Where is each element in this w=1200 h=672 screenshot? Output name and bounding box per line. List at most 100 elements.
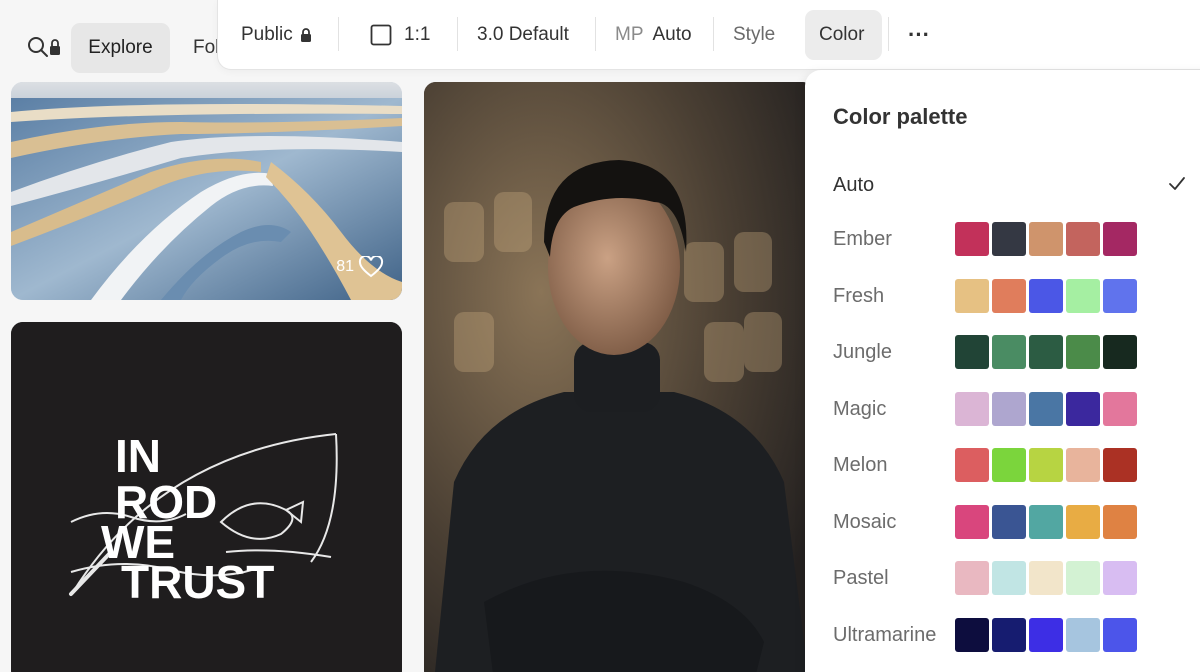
color-swatch [1103, 222, 1137, 256]
swatch-group [955, 279, 1137, 313]
palette-title: Color palette [833, 104, 968, 129]
lock-icon [300, 28, 311, 42]
more-icon: ··· [908, 22, 930, 47]
color-palette-panel: Color palette Auto Ember Fresh Jungle Ma… [805, 70, 1200, 672]
swatch-group [955, 335, 1137, 369]
color-swatch [992, 505, 1026, 539]
tab-following[interactable]: Fol [193, 37, 219, 59]
like-control[interactable]: 81 [336, 256, 384, 278]
color-swatch [992, 222, 1026, 256]
color-swatch [955, 392, 989, 426]
aspect-ratio-label: 1:1 [404, 24, 431, 45]
palette-name: Fresh [833, 285, 885, 307]
color-swatch [955, 448, 989, 482]
palette-option-jungle[interactable]: Jungle [833, 335, 1153, 369]
palette-option-ember[interactable]: Ember [833, 222, 1153, 256]
swatch-group [955, 561, 1137, 595]
color-swatch [955, 222, 989, 256]
color-swatch [1029, 448, 1063, 482]
toolbar-divider [713, 17, 714, 51]
like-count: 81 [336, 258, 354, 275]
color-swatch [992, 279, 1026, 313]
palette-option-magic[interactable]: Magic [833, 392, 1153, 426]
color-button[interactable]: Color [819, 0, 864, 70]
color-swatch [955, 279, 989, 313]
color-label: Color [819, 24, 865, 45]
color-swatch [1066, 618, 1100, 652]
color-swatch [992, 335, 1026, 369]
color-swatch [955, 561, 989, 595]
color-swatch [1066, 505, 1100, 539]
palette-option-pastel[interactable]: Pastel [833, 561, 1153, 595]
color-swatch [1029, 561, 1063, 595]
color-swatch [1066, 335, 1100, 369]
palette-name: Melon [833, 454, 888, 476]
palette-auto-label: Auto [833, 174, 875, 196]
checkmark-icon [1169, 177, 1185, 190]
color-swatch [992, 448, 1026, 482]
visibility-label: Public [241, 24, 293, 45]
color-swatch [1066, 222, 1100, 256]
color-swatch [1066, 392, 1100, 426]
swatch-group [955, 448, 1137, 482]
palette-option-ultramarine[interactable]: Ultramarine [833, 618, 1153, 652]
color-swatch [1103, 448, 1137, 482]
color-swatch [1103, 335, 1137, 369]
heart-icon [358, 256, 384, 278]
color-swatch [1103, 392, 1137, 426]
palette-option-melon[interactable]: Melon [833, 448, 1153, 482]
model-label: 3.0 Default [477, 24, 569, 45]
feed-image-ice-landscape[interactable]: 81 [11, 82, 402, 300]
swatch-group [955, 392, 1137, 426]
style-button[interactable]: Style [733, 0, 775, 70]
mp-value: Auto [652, 24, 692, 45]
color-swatch [1066, 448, 1100, 482]
feed-image-portrait[interactable] [424, 82, 814, 672]
square-ratio-icon [370, 24, 392, 46]
color-swatch [1029, 618, 1063, 652]
color-swatch [955, 505, 989, 539]
swatch-group [955, 222, 1137, 256]
style-label: Style [733, 24, 776, 45]
color-swatch [955, 335, 989, 369]
palette-name: Mosaic [833, 511, 897, 533]
color-swatch [1029, 392, 1063, 426]
aspect-ratio-button[interactable]: 1:1 [370, 0, 430, 70]
palette-option-mosaic[interactable]: Mosaic [833, 505, 1153, 539]
visibility-button[interactable]: Public [241, 0, 313, 70]
color-swatch [1066, 561, 1100, 595]
toolbar-divider [595, 17, 596, 51]
color-swatch [1029, 222, 1063, 256]
palette-option-fresh[interactable]: Fresh [833, 279, 1153, 313]
palette-option-auto[interactable]: Auto [833, 171, 1188, 199]
color-swatch [1029, 505, 1063, 539]
more-options-button[interactable]: ··· [908, 0, 930, 70]
swatch-group [955, 505, 1137, 539]
color-swatch [1103, 505, 1137, 539]
feed-image-rod-logo[interactable]: IN ROD WE TRUST [11, 322, 402, 672]
color-swatch [992, 561, 1026, 595]
palette-name: Ultramarine [833, 624, 937, 646]
swatch-group [955, 618, 1137, 652]
tab-explore[interactable]: Explore [71, 23, 170, 73]
palette-name: Magic [833, 398, 887, 420]
model-button[interactable]: 3.0 Default [477, 0, 569, 70]
megapixel-button[interactable]: MP Auto [615, 0, 692, 70]
palette-name: Pastel [833, 567, 889, 589]
color-swatch [1029, 335, 1063, 369]
search-icon[interactable] [26, 34, 66, 62]
rod-logo-line-4: TRUST [121, 556, 274, 608]
color-swatch [992, 392, 1026, 426]
palette-name: Ember [833, 228, 892, 250]
palette-name: Jungle [833, 341, 892, 363]
rod-logo-image: IN ROD WE TRUST [11, 322, 402, 672]
toolbar-divider [338, 17, 339, 51]
color-swatch [955, 618, 989, 652]
toolbar-divider [457, 17, 458, 51]
color-swatch [1103, 279, 1137, 313]
color-swatch [1029, 279, 1063, 313]
color-swatch [1103, 618, 1137, 652]
color-swatch [1103, 561, 1137, 595]
mp-label: MP [615, 24, 644, 45]
color-swatch [1066, 279, 1100, 313]
